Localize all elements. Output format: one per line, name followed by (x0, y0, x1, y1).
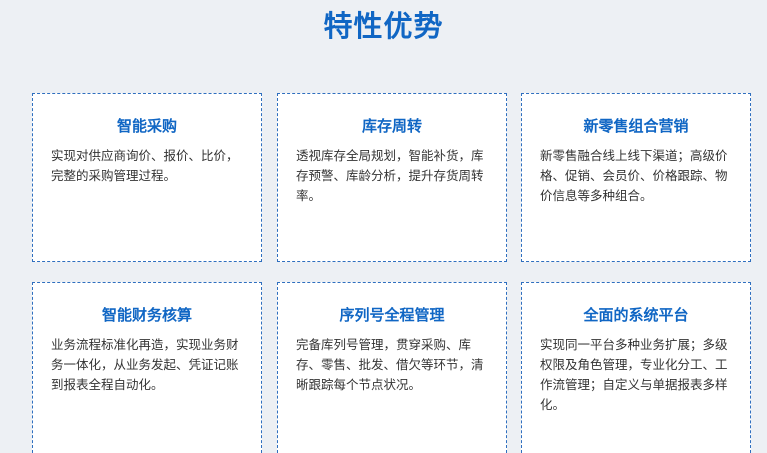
feature-card-smart-finance: 智能财务核算 业务流程标准化再造，实现业务财务一体化，从业务发起、凭证记账到报表… (32, 282, 262, 453)
feature-description: 新零售融合线上线下渠道；高级价格、促销、会员价、价格跟踪、物价信息等多种组合。 (540, 148, 728, 203)
feature-description: 实现对供应商询价、报价、比价，完整的采购管理过程。 (51, 148, 239, 183)
feature-description: 业务流程标准化再造，实现业务财务一体化，从业务发起、凭证记账到报表全程自动化。 (51, 337, 239, 392)
feature-title: 智能采购 (116, 117, 177, 135)
feature-title: 序列号全程管理 (339, 306, 445, 324)
feature-card-new-retail-marketing: 新零售组合营销 新零售融合线上线下渠道；高级价格、促销、会员价、价格跟踪、物价信… (521, 93, 751, 262)
feature-title: 全面的系统平台 (583, 306, 689, 324)
feature-card-smart-purchasing: 智能采购 实现对供应商询价、报价、比价，完整的采购管理过程。 (32, 93, 262, 262)
page-title: 特性优势 (323, 9, 444, 43)
feature-description: 实现同一平台多种业务扩展；多级权限及角色管理，专业化分工、工作流管理；自定义与单… (540, 337, 728, 412)
feature-description: 透视库存全局规划，智能补货，库存预警、库龄分析，提升存货周转率。 (296, 148, 484, 203)
feature-card-serial-number-management: 序列号全程管理 完备库列号管理，贯穿采购、库存、零售、批发、借欠等环节，清晰跟踪… (277, 282, 507, 453)
feature-title: 智能财务核算 (101, 306, 192, 324)
feature-description: 完备库列号管理，贯穿采购、库存、零售、批发、借欠等环节，清晰跟踪每个节点状况。 (296, 337, 484, 392)
feature-title: 库存周转 (361, 117, 422, 135)
feature-title: 新零售组合营销 (583, 117, 689, 135)
feature-card-system-platform: 全面的系统平台 实现同一平台多种业务扩展；多级权限及角色管理，专业化分工、工作流… (521, 282, 751, 453)
feature-card-inventory-turnover: 库存周转 透视库存全局规划，智能补货，库存预警、库龄分析，提升存货周转率。 (277, 93, 507, 262)
